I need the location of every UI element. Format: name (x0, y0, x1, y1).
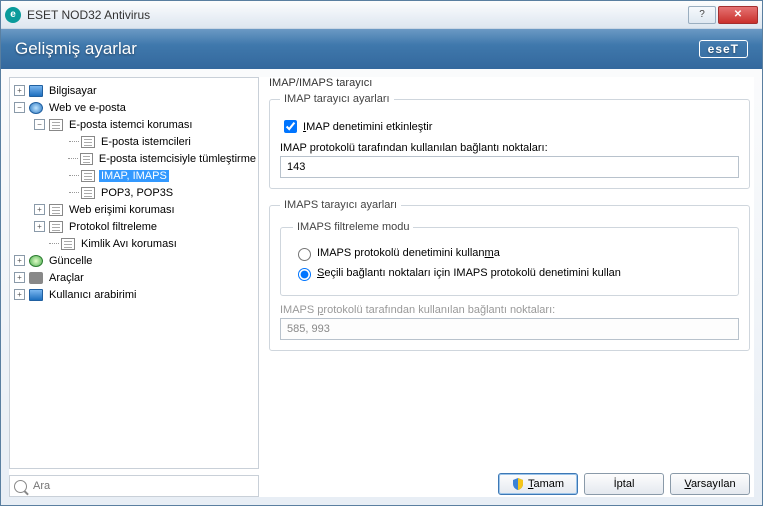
close-button[interactable]: ✕ (718, 6, 758, 24)
tree-item-web-access[interactable]: + Web erişimi koruması (10, 201, 258, 218)
settings-area: IMAP/IMAPS tarayıcı IMAP tarayıcı ayarla… (265, 77, 754, 467)
expand-icon[interactable]: + (14, 289, 25, 300)
left-pane: + Bilgisayar − Web ve e-posta − E-posta … (9, 77, 259, 497)
imap-ports-input[interactable] (280, 156, 739, 178)
tree-item-imap[interactable]: IMAP, IMAPS (10, 167, 258, 184)
imaps-ports-label: IMAPS protokolü tarafından kullanılan ba… (280, 304, 739, 316)
header-band: Gelişmiş ayarlar eseT (1, 29, 762, 69)
tree-item-ui[interactable]: + Kullanıcı arabirimi (10, 286, 258, 303)
tree-item-pop3[interactable]: POP3, POP3S (10, 184, 258, 201)
expand-icon[interactable]: + (34, 221, 45, 232)
title-bar: e ESET NOD32 Antivirus ? ✕ (1, 1, 762, 29)
app-icon: e (5, 7, 21, 23)
expand-icon[interactable]: + (14, 255, 25, 266)
help-button[interactable]: ? (688, 6, 716, 24)
section-title: IMAP/IMAPS tarayıcı (269, 77, 750, 89)
imap-group-legend: IMAP tarayıcı ayarları (280, 93, 394, 105)
tree-item-computer[interactable]: + Bilgisayar (10, 82, 258, 99)
tree-item-email-protection[interactable]: − E-posta istemci koruması (10, 116, 258, 133)
brand-logo: eseT (699, 40, 748, 58)
right-pane: IMAP/IMAPS tarayıcı IMAP tarayıcı ayarla… (265, 77, 754, 497)
page-icon (81, 187, 95, 199)
page-icon (49, 221, 63, 233)
tree-item-tools[interactable]: + Araçlar (10, 269, 258, 286)
window-title: ESET NOD32 Antivirus (27, 8, 688, 22)
expand-icon[interactable]: + (14, 85, 25, 96)
tree-item-web-email[interactable]: − Web ve e-posta (10, 99, 258, 116)
button-bar: Tamam İptal Varsayılan (265, 467, 754, 497)
imaps-settings-group: IMAPS tarayıcı ayarları IMAPS filtreleme… (269, 199, 750, 351)
page-icon (61, 238, 75, 250)
checkbox-enable-imap[interactable] (284, 120, 297, 133)
navigation-tree[interactable]: + Bilgisayar − Web ve e-posta − E-posta … (9, 77, 259, 469)
imaps-filter-mode-group: IMAPS filtreleme modu IMAPS protokolü de… (280, 221, 739, 296)
monitor-icon (29, 85, 43, 97)
radio-imaps-disabled[interactable] (298, 248, 311, 261)
tree-item-email-integration[interactable]: E-posta istemcisiyle tümleştirme (10, 150, 258, 167)
search-icon (14, 480, 27, 493)
cancel-button[interactable]: İptal (584, 473, 664, 495)
imaps-group-legend: IMAPS tarayıcı ayarları (280, 199, 401, 211)
radio-imaps-selected-ports-label: Seçili bağlantı noktaları için IMAPS pro… (317, 267, 621, 279)
monitor-icon (29, 289, 43, 301)
shield-icon (512, 478, 524, 490)
page-icon (81, 170, 95, 182)
imaps-filter-legend: IMAPS filtreleme modu (293, 221, 413, 233)
page-icon (49, 204, 63, 216)
search-input[interactable] (31, 479, 254, 493)
wrench-icon (29, 272, 43, 284)
page-icon (81, 136, 95, 148)
ok-button[interactable]: Tamam (498, 473, 578, 495)
content-area: + Bilgisayar − Web ve e-posta − E-posta … (9, 77, 754, 497)
collapse-icon[interactable]: − (34, 119, 45, 130)
tree-item-email-clients[interactable]: E-posta istemcileri (10, 133, 258, 150)
expand-icon[interactable]: + (14, 272, 25, 283)
imap-ports-label: IMAP protokolü tarafından kullanılan bağ… (280, 142, 739, 154)
collapse-icon[interactable]: − (14, 102, 25, 113)
imaps-ports-input (280, 318, 739, 340)
defaults-button[interactable]: Varsayılan (670, 473, 750, 495)
search-box[interactable] (9, 475, 259, 497)
expand-icon[interactable]: + (34, 204, 45, 215)
radio-imaps-disabled-label: IMAPS protokolü denetimini kullanma (317, 247, 500, 259)
page-icon (49, 119, 63, 131)
imap-settings-group: IMAP tarayıcı ayarları IMAP denetimini e… (269, 93, 750, 189)
header-title: Gelişmiş ayarlar (15, 39, 137, 59)
page-icon (80, 153, 93, 165)
window-buttons: ? ✕ (688, 6, 758, 24)
refresh-icon (29, 255, 43, 267)
tree-item-update[interactable]: + Güncelle (10, 252, 258, 269)
tree-item-antiphishing[interactable]: Kimlik Avı koruması (10, 235, 258, 252)
app-window: e ESET NOD32 Antivirus ? ✕ Gelişmiş ayar… (0, 0, 763, 506)
globe-icon (29, 102, 43, 114)
tree-item-protocol[interactable]: + Protokol filtreleme (10, 218, 258, 235)
radio-imaps-selected-ports[interactable] (298, 268, 311, 281)
checkbox-enable-imap-label: IMAP denetimini etkinleştir (303, 121, 432, 133)
